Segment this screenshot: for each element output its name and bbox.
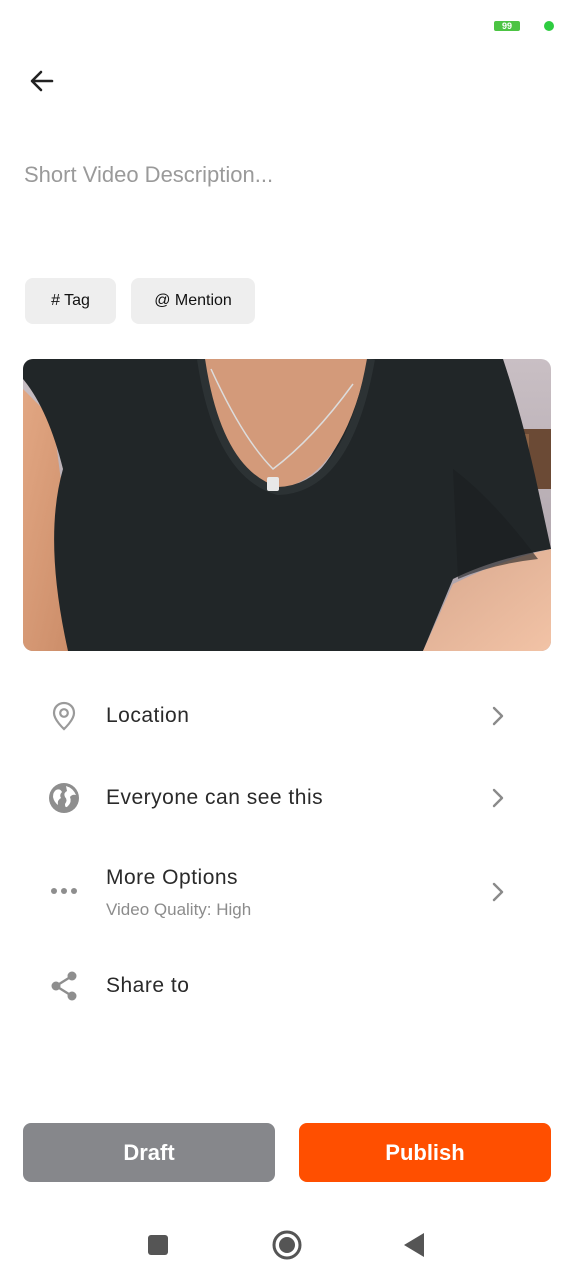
- location-pin-icon: [46, 698, 82, 734]
- share-row[interactable]: Share to: [0, 960, 574, 1012]
- back-nav-button[interactable]: [396, 1227, 432, 1263]
- share-icon: [46, 968, 82, 1004]
- share-label: Share to: [106, 974, 190, 997]
- system-nav-bar: [0, 1215, 574, 1275]
- square-icon: [148, 1235, 168, 1255]
- tag-chip[interactable]: # Tag: [25, 278, 116, 324]
- circle-icon: [272, 1230, 302, 1260]
- video-thumbnail-image: [23, 359, 551, 651]
- back-button[interactable]: [24, 63, 60, 99]
- tag-chip-label: # Tag: [51, 292, 90, 309]
- arrow-left-icon: [30, 70, 54, 92]
- status-dot-icon: [544, 21, 554, 31]
- mention-chip[interactable]: @ Mention: [131, 278, 255, 324]
- status-bar: 99: [0, 0, 574, 50]
- more-options-row[interactable]: More Options Video Quality: High: [0, 858, 574, 928]
- draft-button[interactable]: Draft: [23, 1123, 275, 1182]
- chevron-right-icon: [486, 786, 510, 810]
- recents-button[interactable]: [140, 1227, 176, 1263]
- chevron-right-icon: [486, 704, 510, 728]
- mention-chip-label: @ Mention: [154, 292, 232, 309]
- visibility-row[interactable]: Everyone can see this: [0, 772, 574, 824]
- battery-icon: 99: [494, 21, 520, 31]
- video-quality-label: Video Quality: High: [106, 900, 252, 919]
- visibility-label: Everyone can see this: [106, 786, 324, 809]
- globe-icon: [46, 780, 82, 816]
- publish-button[interactable]: Publish: [299, 1123, 551, 1182]
- location-row[interactable]: Location: [0, 690, 574, 742]
- more-horizontal-icon: [46, 873, 82, 909]
- triangle-back-icon: [404, 1233, 424, 1257]
- description-input[interactable]: [24, 150, 544, 200]
- chevron-right-icon: [486, 880, 510, 904]
- more-options-label: More Options: [106, 866, 239, 889]
- location-label: Location: [106, 704, 190, 727]
- home-button[interactable]: [269, 1227, 305, 1263]
- video-preview[interactable]: [23, 359, 551, 651]
